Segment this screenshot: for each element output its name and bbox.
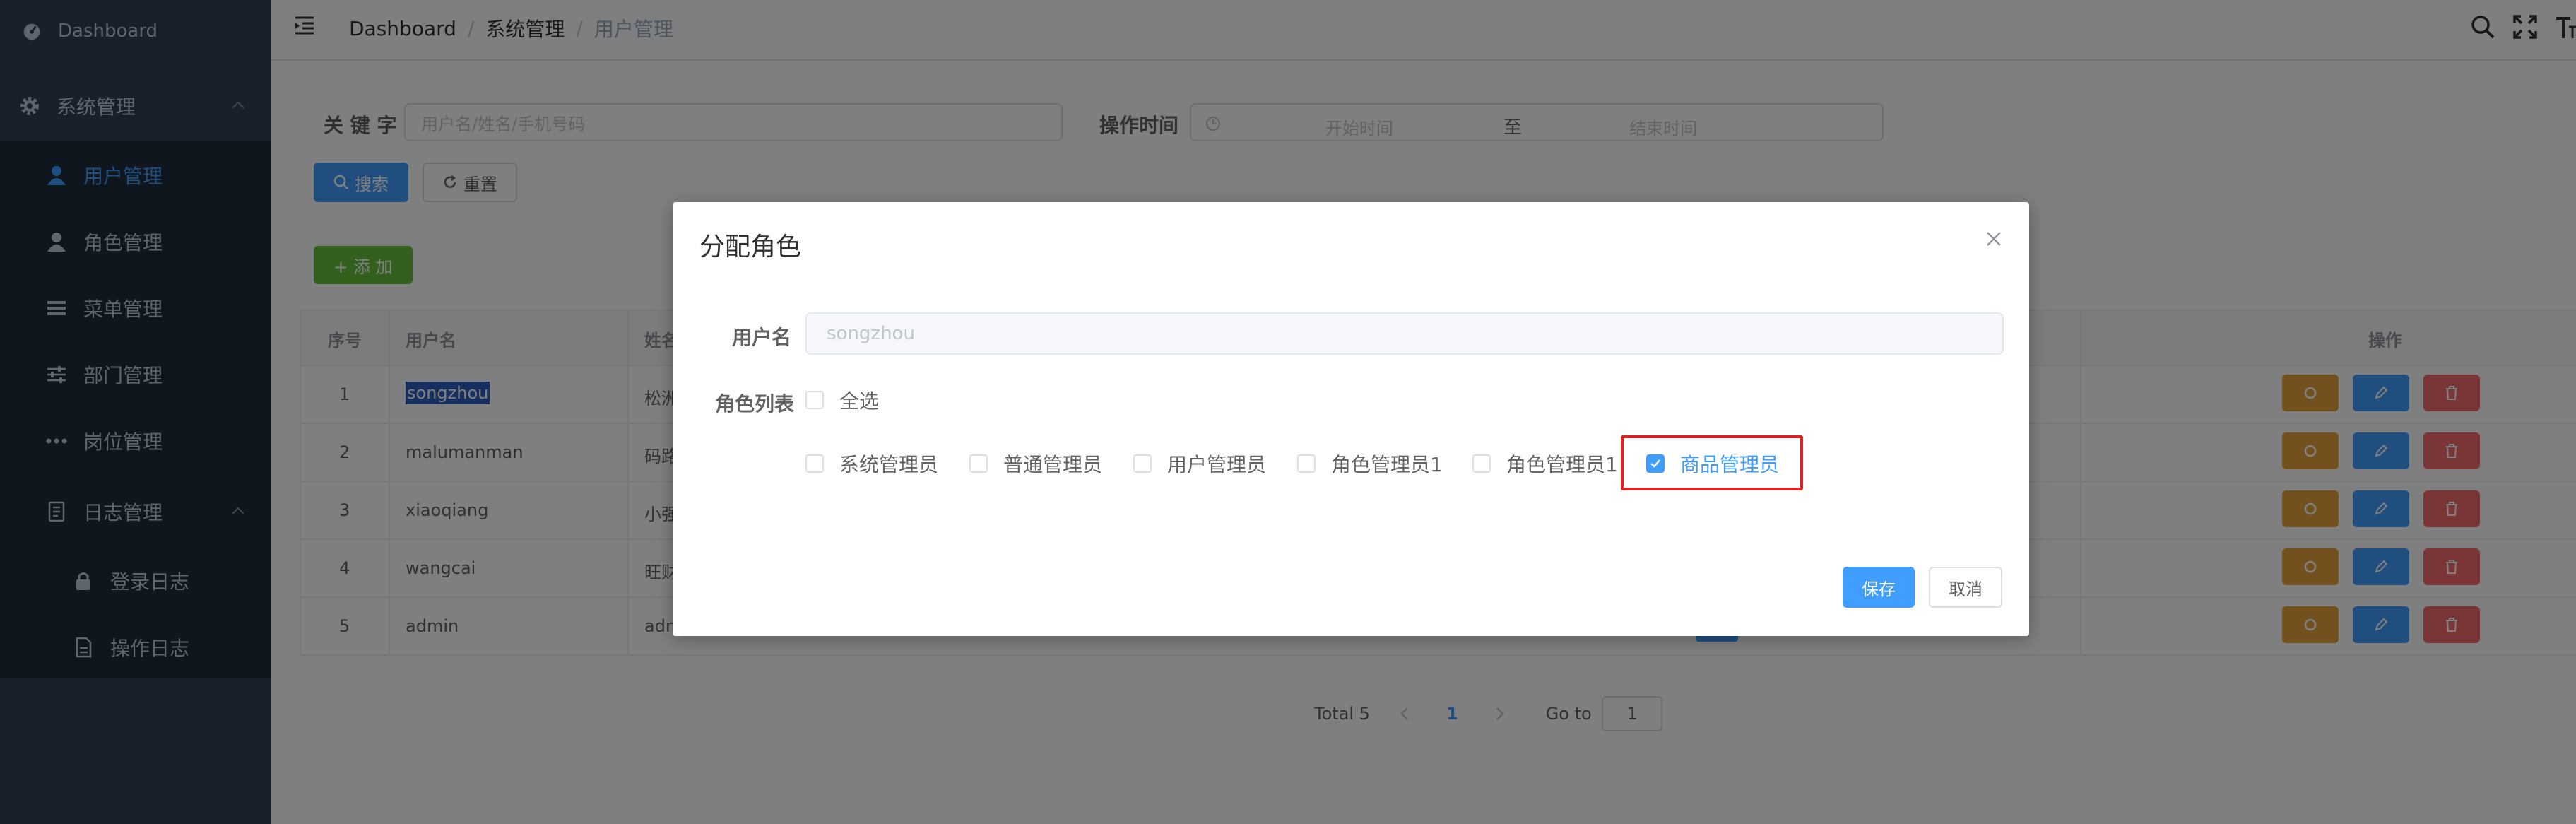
role-checkbox-checked[interactable]: 商品管理员: [1646, 449, 1779, 478]
checkbox-label: 全选: [839, 389, 880, 413]
checkbox-label: 商品管理员: [1680, 453, 1780, 476]
save-button[interactable]: 保存: [1843, 567, 1915, 608]
checkbox-box: [1472, 454, 1491, 473]
role-checkbox[interactable]: 普通管理员: [969, 449, 1102, 478]
role-checkbox[interactable]: 系统管理员: [805, 449, 938, 478]
role-checkbox[interactable]: 角色管理员1: [1297, 449, 1443, 478]
checkbox-box: [805, 454, 824, 473]
close-icon[interactable]: [1985, 230, 2002, 247]
role-checkbox[interactable]: 角色管理员1: [1472, 449, 1618, 478]
roles-label: 角色列表: [715, 392, 795, 416]
cancel-button[interactable]: 取消: [1929, 567, 2002, 608]
username-input: songzhou: [805, 312, 2004, 355]
username-label: 用户名: [732, 326, 792, 349]
username-value: songzhou: [827, 323, 915, 344]
checkbox-label: 角色管理员1: [1506, 453, 1618, 476]
checkbox-label: 用户管理员: [1167, 453, 1267, 476]
check-icon: [1650, 459, 1660, 468]
assign-role-dialog: 分配角色 用户名 songzhou 角色列表 全选 系统管理员 普通管理员 用户…: [673, 202, 2029, 636]
checkbox-box: [1646, 454, 1665, 473]
role-checkbox[interactable]: 用户管理员: [1133, 449, 1266, 478]
dialog-title: 分配角色: [699, 233, 802, 261]
checkbox-box: [805, 391, 824, 409]
checkbox-box: [969, 454, 988, 473]
checkbox-label: 普通管理员: [1003, 453, 1103, 476]
checkbox-label: 角色管理员1: [1331, 453, 1443, 476]
checkbox-label: 系统管理员: [839, 453, 939, 476]
checkbox-box: [1133, 454, 1152, 473]
select-all-checkbox[interactable]: 全选: [805, 386, 879, 414]
checkbox-box: [1297, 454, 1316, 473]
